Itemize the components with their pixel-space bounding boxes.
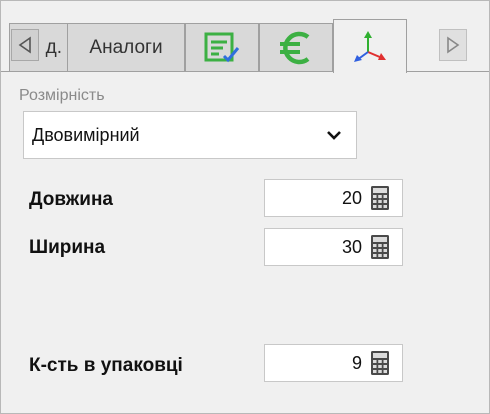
dimensionality-label: Розмірність [19, 87, 105, 104]
pack-quantity-field[interactable]: 9 [264, 344, 403, 382]
tab-scroll-right-button[interactable] [439, 29, 467, 61]
axes-3d-icon [354, 30, 386, 62]
tab-analogs[interactable]: Аналоги [67, 23, 185, 71]
triangle-left-icon [18, 36, 31, 54]
pack-quantity-label: К-сть в упаковці [29, 355, 183, 376]
triangle-right-icon [447, 36, 460, 54]
length-calculator-button[interactable] [370, 185, 390, 211]
calculator-icon [371, 186, 389, 210]
width-value: 30 [341, 236, 362, 257]
width-field[interactable]: 30 [264, 228, 403, 266]
tab-analogs-label: Аналоги [89, 36, 163, 58]
document-check-icon [204, 32, 240, 62]
calculator-icon [371, 351, 389, 375]
length-value: 20 [341, 187, 362, 208]
dimensionality-selected-value: Двовимірний [32, 124, 140, 145]
width-calculator-button[interactable] [370, 234, 390, 260]
chevron-down-icon [327, 131, 341, 140]
tab-strip-divider [1, 71, 489, 72]
tab-document[interactable] [185, 23, 259, 71]
calculator-icon [371, 235, 389, 259]
pack-quantity-value: 9 [351, 352, 362, 373]
dimensionality-select[interactable]: Двовимірний [23, 111, 357, 159]
length-label: Довжина [29, 189, 113, 210]
pack-quantity-calculator-button[interactable] [370, 350, 390, 376]
tab-partial-label: д. [45, 36, 62, 58]
tab-price[interactable] [259, 23, 333, 71]
width-label: Ширина [29, 237, 106, 258]
tab-scroll-left-button[interactable] [11, 29, 39, 61]
properties-panel: д. Аналоги Розмірність Двовимірний Довжи… [0, 0, 490, 414]
length-field[interactable]: 20 [264, 179, 403, 217]
tab-dimensions[interactable] [333, 19, 407, 73]
tab-strip: д. Аналоги [1, 1, 489, 73]
euro-icon [280, 31, 310, 64]
